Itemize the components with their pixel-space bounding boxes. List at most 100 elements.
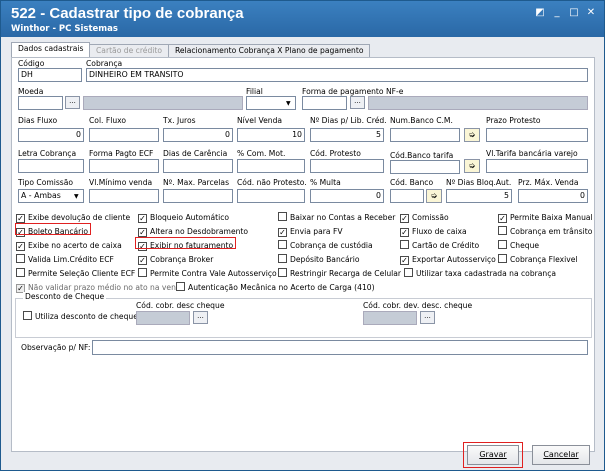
cobranca-flexivel-checkbox[interactable]: Cobrança Flexivel bbox=[498, 254, 578, 265]
num-banco-cm-input[interactable] bbox=[390, 128, 460, 142]
utiliza-desconto-checkbox[interactable]: Utiliza desconto de cheque bbox=[23, 311, 138, 322]
permite-contra-vale-label: Permite Contra Vale Autosserviço bbox=[150, 269, 277, 278]
nr-dias-lib-input[interactable]: 5 bbox=[310, 128, 384, 142]
exibe-devolucao-checkbox[interactable]: ✓ Exibe devolução de cliente bbox=[16, 212, 130, 223]
vl-tarifa-input[interactable] bbox=[486, 159, 588, 173]
permite-baixa-manual-label: Permite Baixa Manual bbox=[510, 213, 593, 222]
utilizar-taxa-checkbox[interactable]: Utilizar taxa cadastrada na cobrança bbox=[404, 268, 556, 279]
dias-carencia-label: Dias de Carência bbox=[163, 149, 228, 158]
cobranca-label: Cobrança bbox=[86, 59, 123, 68]
highlight-faturamento bbox=[135, 237, 236, 249]
obs-input[interactable] bbox=[92, 340, 588, 355]
valida-lim-credito-checkbox[interactable]: Valida Lim.Crédito ECF bbox=[16, 254, 114, 265]
restringir-recarga-label: Restringir Recarga de Celular bbox=[290, 269, 402, 278]
dias-carencia-input[interactable] bbox=[163, 159, 233, 173]
maximize-button[interactable]: □ bbox=[567, 7, 581, 19]
cobranca-custodia-checkbox[interactable]: Cobrança de custódia bbox=[278, 240, 373, 251]
cartao-credito-checkbox[interactable]: Cartão de Crédito bbox=[400, 240, 479, 251]
prazo-protesto-input[interactable] bbox=[486, 128, 588, 142]
permite-contra-vale-checkbox[interactable]: Permite Contra Vale Autosserviço bbox=[138, 268, 277, 279]
checkbox-icon bbox=[278, 212, 287, 221]
checkmark-icon: ✓ bbox=[278, 228, 287, 237]
vl-minimo-venda-input[interactable] bbox=[89, 189, 159, 203]
autenticacao-mecanica-checkbox[interactable]: Autenticação Mecânica no Acerto de Carga… bbox=[176, 282, 375, 293]
cobranca-transito-checkbox[interactable]: Cobrança em trânsito bbox=[498, 226, 592, 237]
desconto-title: Desconto de Cheque bbox=[23, 292, 107, 301]
folder-icon[interactable]: ➭ bbox=[464, 128, 480, 142]
fluxo-caixa-checkbox[interactable]: ✓ Fluxo de caixa bbox=[400, 226, 467, 237]
nivel-venda-input[interactable]: 10 bbox=[237, 128, 305, 142]
forma-pagto-ecf-input[interactable] bbox=[89, 159, 159, 173]
cheque-checkbox[interactable]: Cheque bbox=[498, 240, 539, 251]
restore-icon[interactable]: ◩ bbox=[533, 7, 547, 19]
window-subtitle: Winthor - PC Sistemas bbox=[11, 24, 118, 34]
folder-icon[interactable]: ➭ bbox=[464, 159, 480, 173]
baixar-contas-receber-checkbox[interactable]: Baixar no Contas a Receber bbox=[278, 212, 395, 223]
num-banco-cm-label: Num.Banco C.M. bbox=[390, 116, 453, 125]
dias-fluxo-label: Dias Fluxo bbox=[18, 116, 58, 125]
cartao-credito-label: Cartão de Crédito bbox=[412, 241, 480, 250]
letra-cobranca-input[interactable] bbox=[18, 159, 84, 173]
codigo-input[interactable]: DH bbox=[18, 68, 82, 82]
forma-pagto-ecf-label: Forma Pagto ECF bbox=[89, 149, 154, 158]
moeda-lookup-button[interactable]: ... bbox=[65, 96, 80, 109]
cod-protesto-input[interactable] bbox=[310, 159, 384, 173]
tab-relacionamento[interactable]: Relacionamento Cobrança X Plano de pagam… bbox=[168, 44, 371, 58]
close-button[interactable]: ✕ bbox=[584, 7, 598, 19]
envia-fv-label: Envia para FV bbox=[290, 227, 343, 236]
chevron-down-icon: ▼ bbox=[286, 100, 291, 107]
checkmark-icon: ✓ bbox=[16, 214, 25, 223]
cod-nao-protesto-input[interactable] bbox=[237, 189, 305, 203]
autenticacao-mecanica-label: Autenticação Mecânica no Acerto de Carga… bbox=[188, 283, 375, 292]
restringir-recarga-checkbox[interactable]: Restringir Recarga de Celular bbox=[278, 268, 401, 279]
utilizar-taxa-label: Utilizar taxa cadastrada na cobrança bbox=[416, 269, 557, 278]
checkbox-icon bbox=[400, 240, 409, 249]
cobranca-input[interactable]: DINHEIRO EM TRANSITO bbox=[86, 68, 588, 82]
cancelar-button[interactable]: Cancelar bbox=[532, 445, 590, 465]
permite-selecao-cliente-checkbox[interactable]: Permite Seleção Cliente ECF bbox=[16, 268, 135, 279]
envia-fv-checkbox[interactable]: ✓ Envia para FV bbox=[278, 226, 343, 237]
exibe-acerto-caixa-label: Exibe no acerto de caixa bbox=[28, 241, 122, 250]
cod-banco-label: Cód. Banco bbox=[390, 178, 434, 187]
cod-banco-input[interactable] bbox=[390, 189, 424, 203]
exibe-acerto-caixa-checkbox[interactable]: ✓ Exibe no acerto de caixa bbox=[16, 240, 122, 251]
forma-pag-nfe-lookup-button[interactable]: ... bbox=[350, 96, 365, 109]
multa-input[interactable]: 0 bbox=[310, 189, 384, 203]
permite-baixa-manual-checkbox[interactable]: ✓ Permite Baixa Manual bbox=[498, 212, 593, 223]
folder-icon[interactable]: ➭ bbox=[426, 189, 442, 203]
checkmark-icon: ✓ bbox=[400, 228, 409, 237]
dias-bloq-aut-input[interactable]: 5 bbox=[446, 189, 512, 203]
prz-max-venda-label: Prz. Máx. Venda bbox=[518, 178, 579, 187]
vl-minimo-venda-label: Vl.Mínimo venda bbox=[89, 178, 153, 187]
dias-fluxo-input[interactable]: 0 bbox=[18, 128, 84, 142]
valida-lim-credito-label: Valida Lim.Crédito ECF bbox=[28, 255, 114, 264]
cobranca-broker-label: Cobrança Broker bbox=[150, 255, 214, 264]
cod-banco-tarifa-input[interactable] bbox=[390, 160, 460, 174]
moeda-input[interactable] bbox=[18, 96, 63, 110]
checkbox-icon bbox=[498, 254, 507, 263]
tab-cartao-credito[interactable]: Cartão de crédito bbox=[89, 44, 170, 58]
checkbox-icon bbox=[16, 268, 25, 277]
checkbox-icon bbox=[404, 268, 413, 277]
exportar-autosservico-checkbox[interactable]: ✓ Exportar Autosserviço bbox=[400, 254, 496, 265]
altera-desdobramento-checkbox[interactable]: ✓ Altera no Desdobramento bbox=[138, 226, 248, 237]
cod-desc-input[interactable] bbox=[136, 311, 190, 325]
cobranca-broker-checkbox[interactable]: ✓ Cobrança Broker bbox=[138, 254, 213, 265]
prz-max-venda-input[interactable]: 0 bbox=[518, 189, 588, 203]
cobranca-custodia-label: Cobrança de custódia bbox=[290, 241, 373, 250]
tab-dados-cadastrais[interactable]: Dados cadastrais bbox=[11, 42, 91, 58]
max-parcelas-input[interactable] bbox=[163, 189, 233, 203]
col-fluxo-input[interactable] bbox=[89, 128, 159, 142]
comissao-checkbox[interactable]: ✓ Comissão bbox=[400, 212, 449, 223]
com-mot-input[interactable] bbox=[237, 159, 305, 173]
cod-dev-desc-lookup-button[interactable]: ... bbox=[420, 311, 435, 324]
forma-pag-nfe-input[interactable] bbox=[302, 96, 347, 110]
bloqueio-automatico-label: Bloqueio Automático bbox=[150, 213, 230, 222]
checkbox-icon bbox=[278, 240, 287, 249]
minimize-button[interactable]: _ bbox=[550, 7, 564, 19]
deposito-bancario-checkbox[interactable]: Depósito Bancário bbox=[278, 254, 359, 265]
bloqueio-automatico-checkbox[interactable]: ✓ Bloqueio Automático bbox=[138, 212, 229, 223]
cod-dev-desc-input[interactable] bbox=[363, 311, 417, 325]
tx-juros-input[interactable]: 0 bbox=[163, 128, 233, 142]
cod-desc-lookup-button[interactable]: ... bbox=[193, 311, 208, 324]
